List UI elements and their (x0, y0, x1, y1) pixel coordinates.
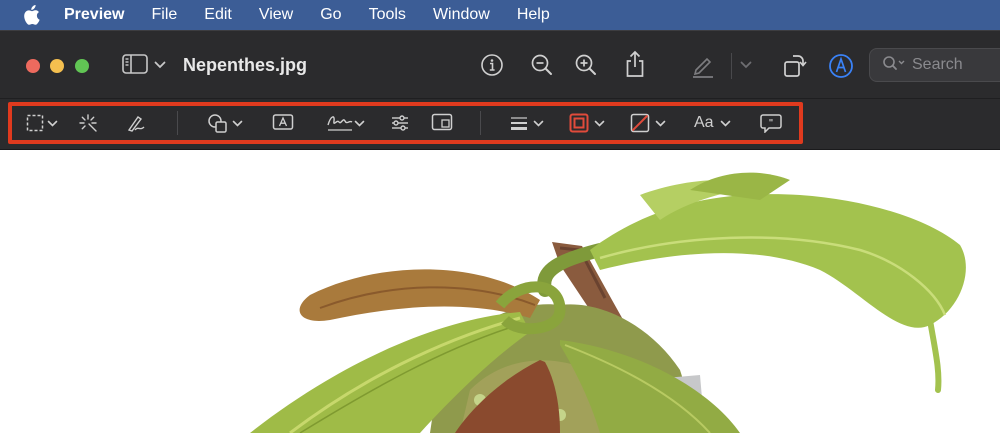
rectangular-selection-icon (26, 114, 44, 132)
rotate-icon (782, 51, 808, 79)
instant-alpha-icon (78, 113, 98, 133)
sidebar-toggle-button[interactable] (122, 53, 150, 75)
text-style-button[interactable]: Aa (694, 113, 714, 133)
menu-edit[interactable]: Edit (204, 6, 232, 24)
sidebar-icon (122, 53, 150, 75)
menu-go[interactable]: Go (320, 6, 341, 24)
zoom-in-button[interactable] (574, 53, 598, 77)
instant-alpha-button[interactable] (78, 113, 98, 133)
svg-text:": " (769, 119, 774, 129)
document-title: Nepenthes.jpg (183, 55, 308, 75)
markup-pen-icon (828, 53, 854, 79)
markup-button[interactable] (828, 53, 854, 79)
search-input[interactable] (912, 56, 1000, 74)
highlighter-icon (690, 52, 716, 78)
nepenthes-plant-image (250, 172, 966, 433)
fill-color-chevron-down-icon[interactable] (655, 120, 666, 127)
toolbar-separator (731, 53, 732, 79)
sketch-icon (126, 113, 146, 133)
text-style-chevron-down-icon[interactable] (720, 120, 731, 127)
zoom-in-icon (574, 53, 598, 77)
rotate-button[interactable] (782, 51, 808, 79)
preview-window: Nepenthes.jpg Search Aa " (0, 30, 1000, 433)
shapes-button[interactable] (207, 112, 229, 134)
annotate-button[interactable]: " (760, 113, 782, 133)
menu-window[interactable]: Window (433, 6, 490, 24)
info-icon (480, 53, 504, 77)
close-window-button[interactable] (26, 59, 40, 73)
highlight-button[interactable] (690, 52, 716, 78)
border-color-chevron-down-icon[interactable] (594, 120, 605, 127)
line-weight-icon (510, 114, 528, 132)
border-color-button[interactable] (569, 113, 589, 133)
sign-button[interactable] (326, 111, 354, 133)
sidebar-menu-chevron-down-icon[interactable] (154, 61, 166, 69)
search-icon (882, 55, 906, 76)
text-style-label: Aa (694, 114, 714, 131)
adjust-size-button[interactable] (431, 113, 453, 131)
speech-bubble-icon: " (760, 113, 782, 133)
shapes-icon (207, 112, 229, 134)
adjust-color-button[interactable] (390, 113, 410, 133)
border-color-icon (569, 113, 589, 133)
shape-style-chevron-down-icon[interactable] (533, 120, 544, 127)
sliders-icon (390, 113, 410, 133)
fill-color-icon (630, 113, 650, 133)
minimize-window-button[interactable] (50, 59, 64, 73)
signature-icon (326, 111, 354, 133)
title-bar: Nepenthes.jpg (0, 30, 1000, 98)
selection-chevron-down-icon[interactable] (47, 120, 58, 127)
text-box-button[interactable] (272, 113, 294, 131)
menu-app-preview[interactable]: Preview (64, 6, 124, 24)
apple-logo-icon[interactable] (22, 5, 44, 25)
sketch-button[interactable] (126, 113, 146, 133)
search-field[interactable] (869, 48, 1000, 82)
adjust-size-icon (431, 113, 453, 131)
rectangular-selection-button[interactable] (26, 114, 44, 132)
menu-help[interactable]: Help (517, 6, 550, 24)
zoom-out-icon (530, 53, 554, 77)
zoom-window-button[interactable] (75, 59, 89, 73)
info-button[interactable] (480, 53, 504, 77)
menu-file[interactable]: File (151, 6, 177, 24)
sign-chevron-down-icon[interactable] (354, 120, 365, 127)
text-box-icon (272, 113, 294, 131)
markup-separator (480, 111, 481, 135)
document-canvas[interactable] (0, 150, 1000, 433)
menu-tools[interactable]: Tools (369, 6, 406, 24)
markup-toolbar: Aa " (0, 98, 1000, 150)
zoom-out-button[interactable] (530, 53, 554, 77)
share-icon (624, 50, 646, 78)
highlight-menu-chevron-down-icon[interactable] (740, 61, 752, 69)
fill-color-button[interactable] (630, 113, 650, 133)
menu-view[interactable]: View (259, 6, 293, 24)
shapes-chevron-down-icon[interactable] (232, 120, 243, 127)
menu-bar: Preview File Edit View Go Tools Window H… (0, 0, 1000, 30)
share-button[interactable] (624, 50, 646, 78)
shape-style-button[interactable] (510, 114, 528, 132)
markup-separator (177, 111, 178, 135)
